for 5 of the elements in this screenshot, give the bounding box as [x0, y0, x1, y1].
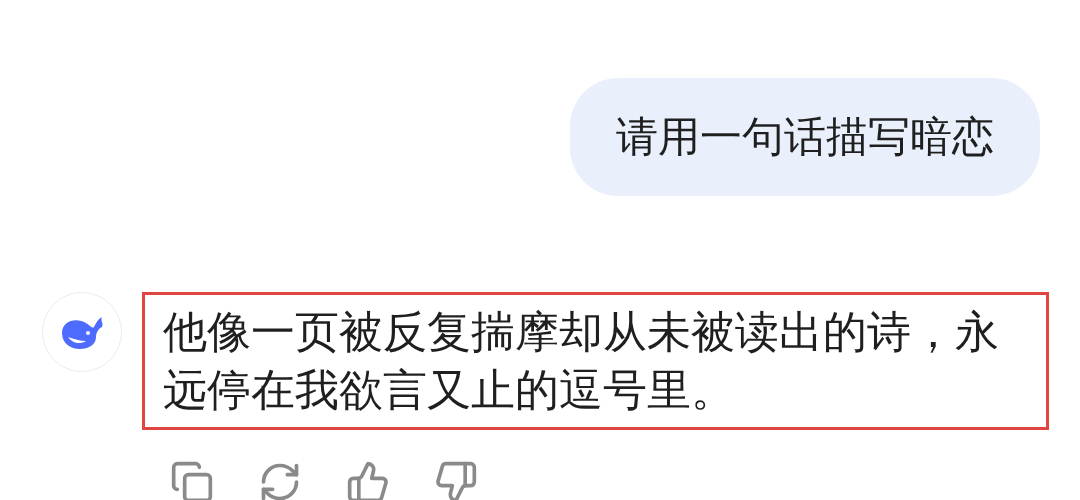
thumbs-up-icon[interactable]: [346, 460, 390, 500]
user-message: 请用一句话描写暗恋: [570, 78, 1040, 196]
assistant-message: 他像一页被反复揣摩却从未被读出的诗，永远停在我欲言又止的逗号里。: [142, 292, 1049, 430]
thumbs-down-icon[interactable]: [434, 460, 478, 500]
copy-icon[interactable]: [170, 460, 214, 500]
